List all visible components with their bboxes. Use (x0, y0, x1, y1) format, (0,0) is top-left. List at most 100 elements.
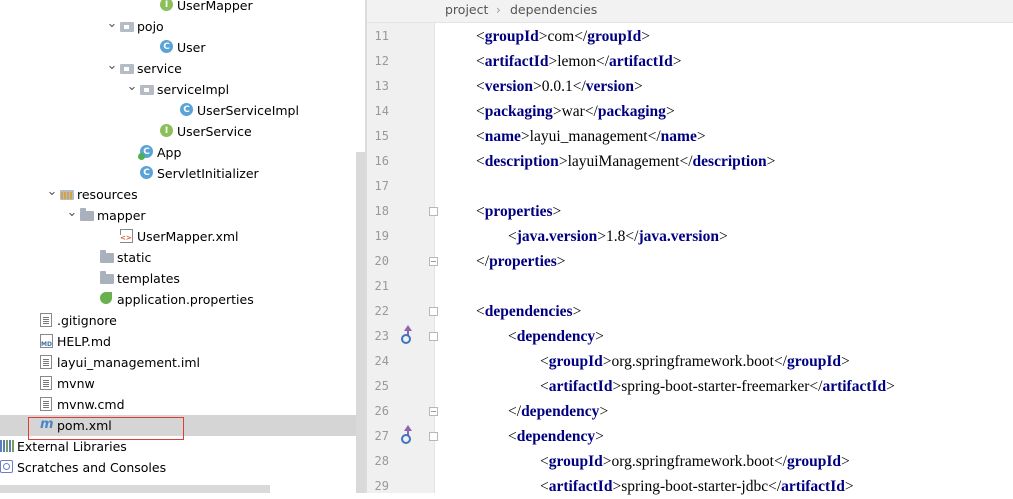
xml-bracket: > (572, 303, 582, 320)
tree-item[interactable]: C ServletInitializer (0, 163, 365, 184)
xml-bracket: < (476, 103, 485, 120)
tree-item-label: application.properties (117, 292, 254, 307)
xml-text-value: 0.0.1 (541, 78, 573, 95)
tree-item[interactable]: layui_management.iml (0, 352, 365, 373)
tree-item-label: .gitignore (57, 313, 117, 328)
code-line[interactable]: <packaging>war</packaging> (476, 99, 675, 124)
fold-end-marker[interactable] (429, 407, 438, 416)
tree-item[interactable]: C User (0, 37, 365, 58)
xml-tag-name: artifactId (484, 53, 549, 70)
fold-start-marker[interactable] (429, 307, 438, 316)
line-number: 28 (374, 454, 389, 468)
xml-bracket: > (552, 103, 562, 120)
tree-item[interactable]: C App (0, 142, 365, 163)
xml-tag-name: version (585, 78, 634, 95)
tree-item[interactable]: I UserMapper (0, 0, 365, 16)
tree-item[interactable]: C UserServiceImpl (0, 100, 365, 121)
xml-bracket: > (844, 478, 854, 495)
line-number: 17 (374, 179, 389, 193)
tree-item-label: User (177, 40, 206, 55)
tree-item-label: UserMapper (177, 0, 253, 13)
xml-tag-name: dependency (521, 403, 600, 420)
line-number: 12 (374, 54, 389, 68)
chevron-down-icon[interactable]: ⌄ (46, 184, 58, 205)
xml-bracket: </ (508, 403, 522, 420)
code-line[interactable]: <artifactId>lemon</artifactId> (476, 49, 681, 74)
tree-horizontal-scrollbar[interactable] (0, 485, 270, 493)
xml-text-value: spring-boot-starter-freemarker (621, 378, 810, 395)
tree-item[interactable]: MD HELP.md (0, 331, 365, 352)
tree-item-label: serviceImpl (157, 82, 230, 97)
spring-properties-icon (100, 292, 112, 304)
chevron-down-icon[interactable]: ⌄ (106, 16, 118, 37)
tree-item[interactable]: UserMapper.xml (0, 226, 365, 247)
tree-item[interactable]: ›Scratches and Consoles (0, 457, 365, 478)
tree-item-label: pojo (137, 19, 164, 34)
breadcrumb: project › dependencies (367, 0, 1013, 23)
package-icon (140, 85, 154, 95)
tree-item[interactable]: ⌄ mapper (0, 205, 365, 226)
chevron-down-icon[interactable]: ⌄ (126, 79, 138, 100)
tree-item[interactable]: mvnw (0, 373, 365, 394)
xml-bracket: > (665, 103, 675, 120)
xml-bracket: > (558, 153, 568, 170)
code-line[interactable]: <artifactId>spring-boot-starter-jdbc</ar… (540, 474, 854, 499)
xml-tag-name: properties (489, 253, 557, 270)
xml-bracket: < (476, 303, 485, 320)
project-tree-panel: I UserMapper ⌄ pojo C User ⌄ service ⌄ serviceImp… (0, 0, 365, 493)
line-number: 11 (374, 29, 389, 43)
maven-dependency-gutter-icon[interactable] (398, 425, 414, 445)
fold-start-marker[interactable] (429, 207, 438, 216)
code-line[interactable]: <properties> (476, 199, 561, 224)
xml-tag-name: java.version (516, 228, 598, 245)
tree-item-label: resources (77, 187, 138, 202)
xml-bracket: < (476, 203, 485, 220)
xml-bracket: > (520, 128, 530, 145)
tree-vertical-scrollbar[interactable] (356, 152, 365, 493)
tree-item[interactable]: I UserService (0, 121, 365, 142)
code-line[interactable]: </properties> (476, 249, 566, 274)
xml-bracket: > (556, 253, 566, 270)
maven-dependency-gutter-icon[interactable] (398, 325, 414, 345)
fold-start-marker[interactable] (429, 332, 438, 341)
code-line[interactable]: <artifactId>spring-boot-starter-freemark… (540, 374, 895, 399)
code-line[interactable]: <name>layui_management</name> (476, 124, 706, 149)
chevron-down-icon[interactable]: ⌄ (66, 205, 78, 226)
xml-tag-name: version (484, 78, 533, 95)
chevron-down-icon[interactable]: ⌄ (106, 58, 118, 79)
xml-bracket: < (508, 328, 517, 345)
tree-item[interactable]: templates (0, 268, 365, 289)
code-line[interactable]: <dependency> (508, 324, 604, 349)
xml-tag-name: description (484, 153, 559, 170)
xml-text-value: 1.8 (606, 228, 626, 245)
code-line[interactable]: <groupId>com</groupId> (476, 24, 650, 49)
code-line[interactable]: </dependency> (508, 399, 608, 424)
code-line[interactable]: <version>0.0.1</version> (476, 74, 643, 99)
xml-bracket: </ (584, 103, 598, 120)
xml-bracket: > (612, 478, 622, 495)
code-line[interactable]: <description>layuiManagement</descriptio… (476, 149, 775, 174)
xml-text-value: org.springframework.boot (611, 453, 774, 470)
tree-item[interactable]: .gitignore (0, 310, 365, 331)
xml-bracket: </ (572, 78, 586, 95)
breadcrumb-item-project[interactable]: project (445, 0, 488, 20)
fold-start-marker[interactable] (429, 432, 438, 441)
code-line[interactable]: <groupId>org.springframework.boot</group… (540, 449, 850, 474)
xml-text-value: layuiManagement (567, 153, 680, 170)
tree-item[interactable]: ⌄ serviceImpl (0, 79, 365, 100)
tree-item[interactable]: ⌄ pojo (0, 16, 365, 37)
xml-bracket: > (602, 453, 612, 470)
tree-item[interactable]: mvnw.cmd (0, 394, 365, 415)
fold-end-marker[interactable] (429, 257, 438, 266)
code-line[interactable]: <java.version>1.8</java.version> (508, 224, 728, 249)
tree-item[interactable]: ⌄ service (0, 58, 365, 79)
tree-item[interactable]: application.properties (0, 289, 365, 310)
code-line[interactable]: <groupId>org.springframework.boot</group… (540, 349, 850, 374)
code-line[interactable]: <dependency> (508, 424, 604, 449)
line-number: 14 (374, 104, 389, 118)
tree-item[interactable]: ⌄ resources (0, 184, 365, 205)
tree-item[interactable]: static (0, 247, 365, 268)
xml-tag-name: groupId (787, 353, 841, 370)
breadcrumb-item-dependencies[interactable]: dependencies (510, 0, 597, 20)
code-line[interactable]: <dependencies> (476, 299, 581, 324)
